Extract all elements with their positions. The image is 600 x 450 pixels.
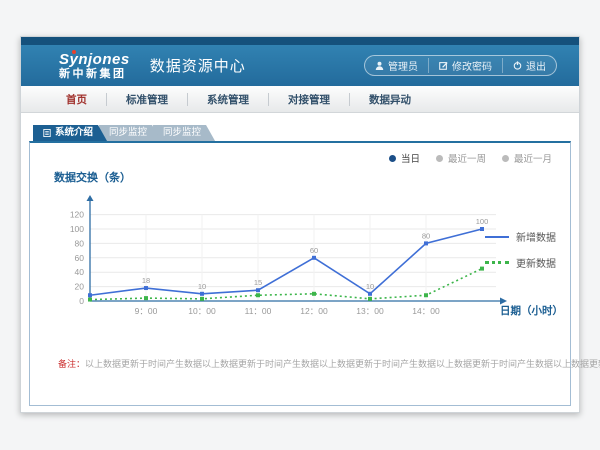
change-password-button[interactable]: 修改密码: [428, 58, 502, 73]
footnote: 备注：以上数据更新于时间产生数据以上数据更新于时间产生数据以上数据更新于时间产生…: [58, 357, 600, 370]
filter-label: 当日: [401, 151, 420, 165]
app-header: Synjones 新中新集团 数据资源中心 管理员 修改密码: [21, 45, 579, 86]
legend-item-updated-data[interactable]: 更新数据: [485, 255, 556, 270]
footnote-text: 以上数据更新于时间产生数据以上数据更新于时间产生数据以上数据更新于时间产生数据以…: [85, 359, 600, 369]
user-menu-button[interactable]: 管理员: [365, 58, 428, 73]
logo-red-dot-icon: [72, 50, 76, 54]
page-background: Synjones 新中新集团 数据资源中心 管理员 修改密码: [0, 0, 600, 450]
brand-name-cn: 新中新集团: [59, 69, 130, 80]
logout-button[interactable]: 退出: [502, 58, 556, 73]
brand-name-en: Synjones: [59, 52, 130, 67]
svg-text:10：00: 10：00: [188, 306, 216, 316]
svg-text:0: 0: [79, 296, 84, 306]
svg-text:10: 10: [366, 282, 374, 291]
nav-item-home[interactable]: 首页: [47, 92, 106, 107]
svg-text:120: 120: [70, 210, 84, 220]
logout-icon: [513, 61, 522, 70]
svg-text:60: 60: [310, 246, 318, 255]
radio-dot-icon: [389, 155, 396, 162]
svg-text:100: 100: [476, 217, 489, 226]
main-nav: 首页 标准管理 系统管理 对接管理 数据异动: [21, 86, 579, 113]
tab-bar: 系统介绍 同步监控 同步监控: [33, 125, 207, 141]
nav-item-interface-mgmt[interactable]: 对接管理: [269, 92, 349, 107]
svg-text:14：00: 14：00: [412, 306, 440, 316]
top-accent-bar: [21, 37, 579, 45]
filter-last-week[interactable]: 最近一周: [436, 151, 486, 165]
nav-item-data-change[interactable]: 数据异动: [350, 92, 430, 107]
tab-sync-monitor-2[interactable]: 同步监控: [153, 125, 215, 141]
change-password-label: 修改密码: [452, 58, 492, 73]
chart-legend: 新增数据 更新数据: [485, 229, 556, 270]
nav-item-standard-mgmt[interactable]: 标准管理: [107, 92, 187, 107]
tab-sync-monitor-1[interactable]: 同步监控: [99, 125, 161, 141]
filter-label: 最近一月: [514, 151, 552, 165]
footnote-prefix: 备注：: [58, 359, 85, 369]
time-range-filters: 当日 最近一周 最近一月: [389, 151, 552, 165]
legend-item-new-data[interactable]: 新增数据: [485, 229, 556, 244]
chart-panel: 当日 最近一周 最近一月 数据交换（条） 0204060801001209：00…: [29, 141, 571, 406]
svg-text:13：00: 13：00: [356, 306, 384, 316]
nav-item-system-mgmt[interactable]: 系统管理: [188, 92, 268, 107]
filter-last-month[interactable]: 最近一月: [502, 151, 552, 165]
legend-label: 新增数据: [516, 229, 556, 244]
svg-text:80: 80: [75, 238, 85, 248]
svg-text:12：00: 12：00: [300, 306, 328, 316]
tab-label: 同步监控: [109, 125, 147, 141]
svg-text:11：00: 11：00: [245, 306, 272, 316]
brand-logo: Synjones 新中新集团: [59, 52, 130, 80]
user-icon: [375, 61, 384, 70]
tab-system-intro[interactable]: 系统介绍: [33, 125, 107, 141]
page-title: 数据资源中心: [150, 55, 246, 76]
document-icon: [43, 129, 51, 137]
radio-dot-icon: [436, 155, 443, 162]
logout-label: 退出: [526, 58, 546, 73]
svg-text:9：00: 9：00: [135, 306, 158, 316]
tab-label: 同步监控: [163, 125, 201, 141]
svg-text:20: 20: [75, 282, 85, 292]
tab-label: 系统介绍: [55, 125, 93, 141]
filter-today[interactable]: 当日: [389, 151, 420, 165]
filter-label: 最近一周: [448, 151, 486, 165]
svg-text:100: 100: [70, 224, 84, 234]
solid-line-swatch-icon: [485, 236, 509, 238]
svg-text:40: 40: [75, 267, 85, 277]
user-toolbar: 管理员 修改密码 退出: [364, 55, 557, 76]
svg-text:80: 80: [422, 231, 430, 240]
app-window: Synjones 新中新集团 数据资源中心 管理员 修改密码: [20, 36, 580, 413]
radio-dot-icon: [502, 155, 509, 162]
svg-text:10: 10: [198, 282, 206, 291]
x-axis-title: 日期（小时）: [500, 303, 563, 318]
svg-text:60: 60: [75, 253, 85, 263]
user-label: 管理员: [388, 58, 418, 73]
legend-label: 更新数据: [516, 255, 556, 270]
line-chart: 0 20 40 60 80 100 120 9：00 10：00 11：00 12：00 13：00 1…: [44, 183, 514, 343]
edit-icon: [439, 61, 448, 70]
dotted-line-swatch-icon: [485, 261, 509, 264]
svg-text:15: 15: [254, 278, 262, 287]
svg-text:18: 18: [142, 276, 150, 285]
